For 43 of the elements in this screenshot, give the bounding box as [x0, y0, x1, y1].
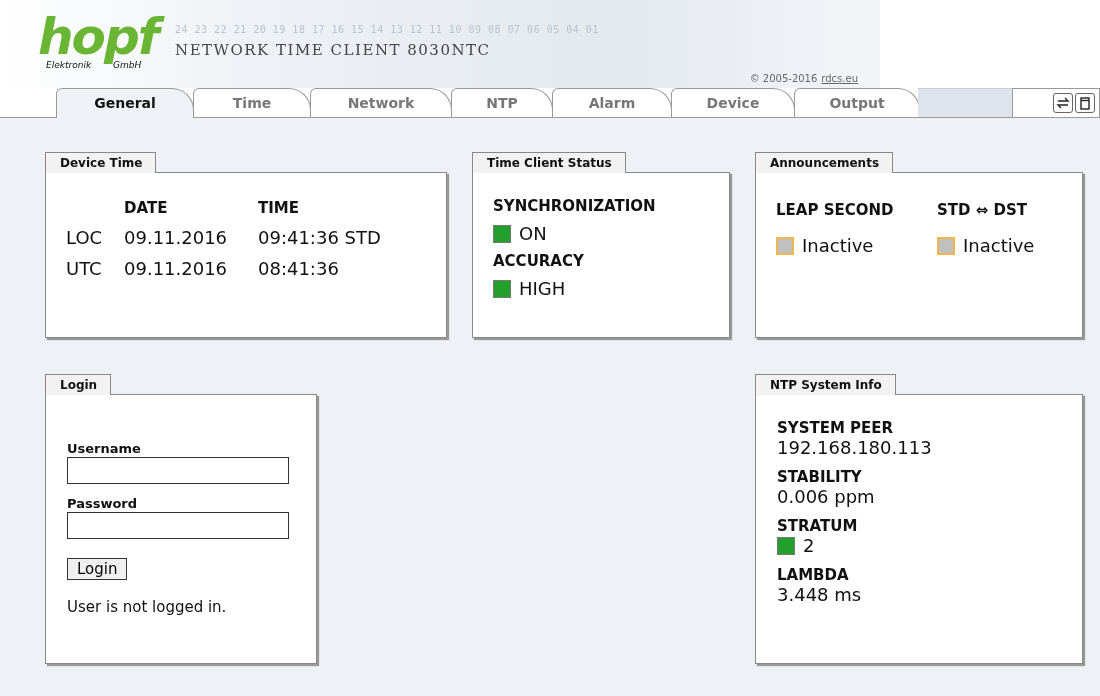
login-status-text: User is not logged in.	[67, 598, 227, 616]
info-label: LAMBDA	[777, 566, 850, 584]
info-value: 3.448 ms	[777, 584, 862, 605]
info-value: 192.168.180.113	[777, 437, 932, 458]
status-value: ON	[519, 223, 547, 244]
column-header: DATE	[124, 199, 169, 217]
input-field[interactable]	[67, 457, 289, 484]
column-header: TIME	[258, 199, 300, 217]
page-button[interactable]	[1075, 93, 1095, 113]
copyright-text: © 2005-2016	[749, 73, 818, 84]
product-title: NETWORK TIME CLIENT 8030NTC	[175, 41, 492, 59]
announcement-value: Inactive	[802, 235, 874, 256]
info-label: STRATUM	[777, 517, 859, 535]
announcement-value: Inactive	[963, 235, 1035, 256]
field-label: Password	[67, 496, 138, 511]
panel-title: Announcements	[755, 152, 894, 173]
panel-title: Time Client Status	[472, 152, 626, 173]
date-value: 09.11.2016	[124, 258, 229, 279]
login-button[interactable]: Login	[67, 558, 128, 580]
field-label: Username	[67, 441, 141, 456]
info-value: 2	[803, 535, 815, 556]
copyright-link[interactable]: rdcs.eu	[821, 73, 858, 84]
info-label: STABILITY	[777, 468, 863, 486]
info-label: SYSTEM PEER	[777, 419, 895, 437]
announcement-label: STD ⇔ DST	[937, 201, 1028, 219]
info-value: 0.006 ppm	[777, 486, 875, 507]
row-label: UTC	[66, 258, 103, 279]
time-value: 09:41:36 STD	[258, 227, 382, 248]
swap-button[interactable]	[1053, 93, 1073, 113]
panel-title: Login	[45, 374, 112, 395]
status-label: SYNCHRONIZATION	[493, 197, 657, 215]
row-label: LOC	[66, 227, 104, 248]
time-value: 08:41:36	[258, 258, 340, 279]
nav-tab[interactable]: General	[56, 88, 194, 118]
panel-title: Device Time	[45, 152, 157, 173]
date-value: 09.11.2016	[124, 227, 229, 248]
panel-title: NTP System Info	[755, 374, 896, 395]
status-value: HIGH	[519, 278, 566, 299]
input-field[interactable]	[67, 512, 289, 539]
swap-arrows-icon	[1056, 97, 1070, 109]
status-label: ACCURACY	[493, 252, 585, 270]
announcement-label: LEAP SECOND	[776, 201, 895, 219]
page-icon	[1080, 96, 1090, 110]
